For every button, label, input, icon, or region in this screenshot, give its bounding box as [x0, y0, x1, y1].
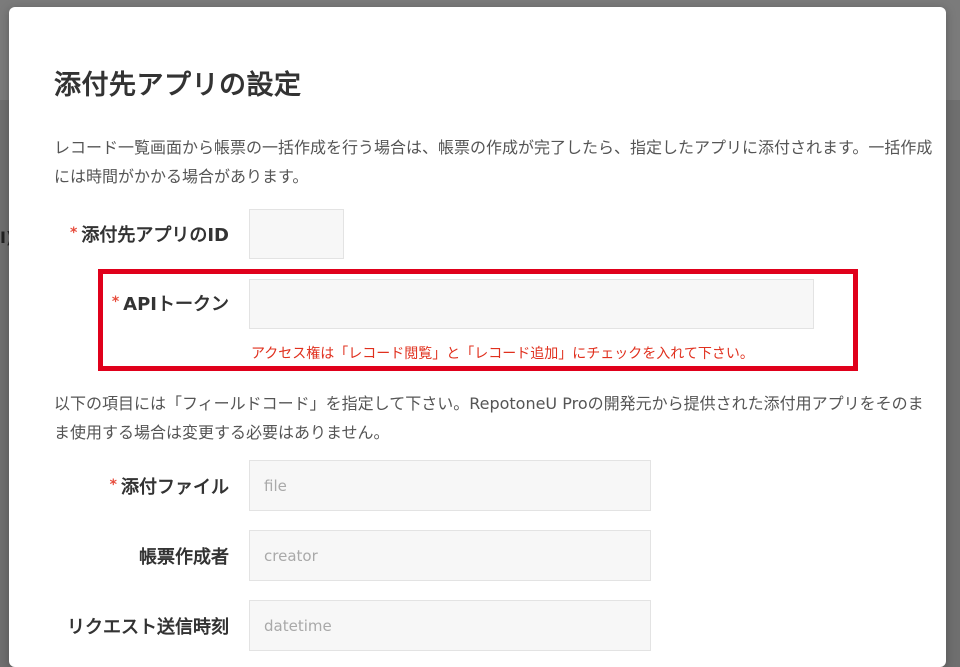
dialog-description: レコード一覧画面から帳票の一括作成を行う場合は、帳票の作成が完了したら、指定した…	[54, 138, 933, 186]
required-mark: *	[70, 225, 78, 241]
attachment-file-label-text: 添付ファイル	[121, 477, 229, 498]
api-token-label-text: APIトークン	[123, 294, 229, 315]
dialog-title: 添付先アプリの設定	[54, 70, 302, 101]
api-token-label: * APIトークン	[9, 290, 229, 316]
field-code-description: 以下の項目には「フィールドコード」を指定して下さい。RepotoneU Proの…	[54, 394, 924, 442]
api-token-hint: アクセス権は「レコード閲覧」と「レコード追加」にチェックを入れて下さい。	[251, 346, 754, 362]
app-id-label: * 添付先アプリのID	[9, 221, 229, 247]
attachment-file-input[interactable]	[249, 460, 651, 511]
app-id-input[interactable]	[249, 209, 344, 259]
required-mark: *	[109, 477, 117, 493]
creator-label: 帳票作成者	[139, 547, 229, 568]
required-mark: *	[111, 294, 120, 310]
creator-input[interactable]	[249, 530, 651, 581]
app-id-label-text: 添付先アプリのID	[81, 225, 229, 246]
settings-dialog: 添付先アプリの設定 レコード一覧画面から帳票の一括作成を行う場合は、帳票の作成が…	[9, 7, 946, 667]
attachment-file-label: * 添付ファイル	[9, 473, 229, 499]
request-time-input[interactable]	[249, 600, 651, 651]
request-time-label: リクエスト送信時刻	[67, 617, 229, 638]
api-token-input[interactable]	[249, 279, 814, 329]
